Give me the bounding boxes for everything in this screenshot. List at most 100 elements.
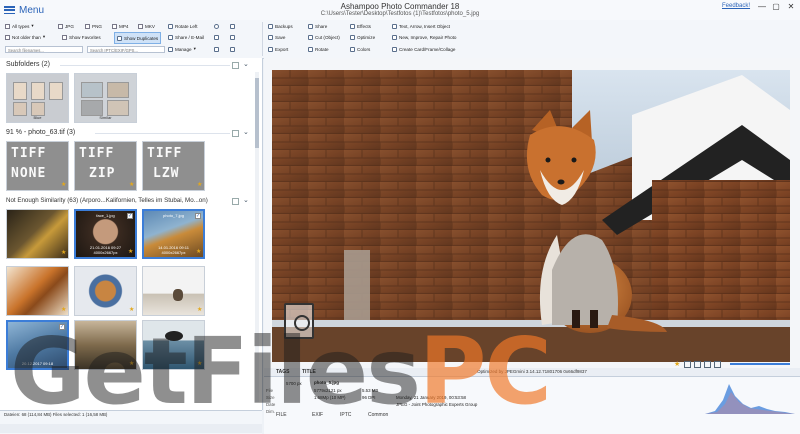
- thumbnail-plant[interactable]: ★: [6, 209, 69, 259]
- search-iptc-input[interactable]: Search IPTC/EXIF/GPS...: [87, 46, 165, 53]
- thumbnail-face[interactable]: face_1.jpg ✓ 21.01.2016 09:27 4000x2667p…: [74, 209, 137, 259]
- folder-preview: [13, 102, 27, 116]
- info-filename: photo_5.jpg: [314, 380, 339, 385]
- view-controls-bar[interactable]: [0, 424, 262, 433]
- thumbnail-tiff-lzw[interactable]: TIFF LZW ★: [142, 141, 205, 191]
- chevron-down-icon[interactable]: ⌄: [243, 60, 249, 68]
- text-arrow-button[interactable]: Text, Arrow, Insert Object: [392, 21, 450, 31]
- compare-icon[interactable]: [704, 361, 711, 368]
- manage-button[interactable]: Manage ▾: [168, 44, 196, 54]
- chevron-down-icon[interactable]: ⌄: [243, 128, 249, 136]
- backups-button[interactable]: Backups: [268, 21, 293, 31]
- maximize-button[interactable]: ▢: [770, 2, 782, 12]
- viewer-toolbar[interactable]: ★: [674, 360, 794, 368]
- type-filter-mkv[interactable]: MKV: [138, 21, 155, 31]
- menu-button[interactable]: Menu: [4, 3, 44, 17]
- tab-title[interactable]: TITLE: [302, 369, 316, 375]
- show-duplicates-toggle[interactable]: Show Duplicates: [114, 32, 162, 44]
- thumbnail-landscape[interactable]: photo_7.jpg ✓ 14.01.2016 09:11 4000x2667…: [142, 209, 205, 259]
- thumbnail-dog[interactable]: ★: [74, 266, 137, 316]
- group-header-similarity[interactable]: Not Enough Similarity (63) (Arporo...Kal…: [6, 197, 208, 204]
- feedback-link[interactable]: Feedback!: [722, 3, 750, 9]
- view-button[interactable]: [214, 32, 219, 42]
- not-older-than-filter[interactable]: Not older than ▾: [5, 32, 45, 42]
- info-value: 5.53 MB: [362, 388, 379, 393]
- tab-iptc[interactable]: IPTC: [340, 412, 351, 418]
- thumbnail-harbor[interactable]: ✓ 20.12.2017 09:18: [6, 320, 69, 370]
- type-filter-jpg[interactable]: JPG: [58, 21, 74, 31]
- group-header-subfolders[interactable]: Subfolders (2): [6, 61, 50, 68]
- fit-icon[interactable]: [684, 361, 691, 368]
- export-icon: [268, 46, 273, 52]
- type-filter-mp4[interactable]: MP4: [112, 21, 128, 31]
- refresh-button[interactable]: [214, 21, 219, 31]
- star-icon[interactable]: ★: [674, 360, 680, 368]
- close-button[interactable]: ✕: [785, 2, 797, 12]
- star-icon: ★: [128, 249, 134, 255]
- all-types-label: All types: [12, 23, 30, 29]
- export-button[interactable]: Export: [268, 44, 288, 54]
- print-button[interactable]: [214, 44, 219, 54]
- thumbnail-cat[interactable]: ★: [142, 266, 205, 316]
- search-filenames-input[interactable]: Search filenames...: [5, 46, 83, 53]
- share-button[interactable]: Share: [308, 21, 327, 31]
- check-icon[interactable]: ✓: [195, 213, 201, 219]
- tab-file[interactable]: FILE: [276, 412, 287, 418]
- tab-tags[interactable]: TAGS: [276, 369, 290, 375]
- view-icon: [214, 34, 219, 40]
- subfolder-blue[interactable]: Blue: [6, 73, 69, 123]
- checkbox-icon: [138, 23, 143, 29]
- cut-object-button[interactable]: Cut (Object): [308, 32, 340, 42]
- check-icon[interactable]: ✓: [127, 213, 133, 219]
- type-filter-png[interactable]: PNG: [85, 21, 102, 31]
- show-duplicates-label: Show Duplicates: [124, 35, 159, 41]
- thumbnail-beach[interactable]: ★: [74, 320, 137, 370]
- show-favorites-toggle[interactable]: Show Favorites: [62, 32, 101, 42]
- show-favorites-label: Show Favorites: [69, 34, 101, 40]
- document-icon: [284, 303, 314, 339]
- group-select-checkbox[interactable]: [232, 62, 239, 69]
- subfolder-label: Similar: [99, 115, 112, 120]
- save-button[interactable]: Save: [268, 32, 285, 42]
- group-select-checkbox[interactable]: [232, 198, 239, 205]
- star-icon: ★: [61, 182, 67, 188]
- chevron-down-icon[interactable]: ⌄: [243, 196, 249, 204]
- checkbox-icon: [112, 23, 117, 29]
- info-megapixel: 1.68Mp (10 MP): [314, 395, 346, 400]
- status-text: Dateien: 68 (114,84 MB) Files selected: …: [4, 412, 108, 417]
- scrollbar-thumb[interactable]: [255, 78, 259, 148]
- thumbnail-tiff-none[interactable]: TIFF NONE ★: [6, 141, 69, 191]
- main-photo[interactable]: [272, 70, 790, 362]
- edit-button[interactable]: [230, 32, 235, 42]
- fullscreen-icon[interactable]: [694, 361, 701, 368]
- zoom-slider[interactable]: [730, 363, 790, 365]
- scissors-icon: [308, 34, 313, 40]
- tool-button[interactable]: [230, 21, 235, 31]
- rotate-button[interactable]: Rotate: [308, 44, 329, 54]
- tiff-word: TIFF: [11, 146, 47, 161]
- optimize-label: Optimize: [357, 34, 376, 40]
- thumbnail-fox[interactable]: ★: [6, 266, 69, 316]
- tab-exif[interactable]: EXIF: [312, 412, 323, 418]
- thumbnail-bird[interactable]: ★: [142, 320, 205, 370]
- thumbnail-tiff-zip[interactable]: TIFF ZIP ★: [74, 141, 137, 191]
- colors-button[interactable]: Colors: [350, 44, 370, 54]
- minimize-button[interactable]: —: [756, 2, 768, 12]
- slideshow-icon[interactable]: [714, 361, 721, 368]
- share-email-button[interactable]: Share / E-Mail: [168, 32, 204, 42]
- subfolder-similar[interactable]: Similar: [74, 73, 137, 123]
- tab-common[interactable]: Common: [368, 412, 388, 418]
- app-title: Ashampoo Photo Commander 18: [340, 2, 460, 11]
- settings-button[interactable]: [230, 44, 235, 54]
- hamburger-icon: [4, 6, 15, 14]
- effects-button[interactable]: Effects: [350, 21, 371, 31]
- type-label: PNG: [92, 23, 102, 29]
- new-improve-button[interactable]: New, Improve, Repair Photo: [392, 32, 456, 42]
- group-select-checkbox[interactable]: [232, 130, 239, 137]
- check-icon[interactable]: ✓: [59, 324, 65, 330]
- create-card-button[interactable]: Create Card/Frame/Collage: [392, 44, 455, 54]
- all-types-filter[interactable]: All types ▾: [5, 21, 34, 31]
- rotate-left-button[interactable]: Rotate Left: [168, 21, 197, 31]
- optimize-button[interactable]: Optimize: [350, 32, 375, 42]
- group-header-tiff[interactable]: 91 % - photo_63.tif (3): [6, 129, 75, 136]
